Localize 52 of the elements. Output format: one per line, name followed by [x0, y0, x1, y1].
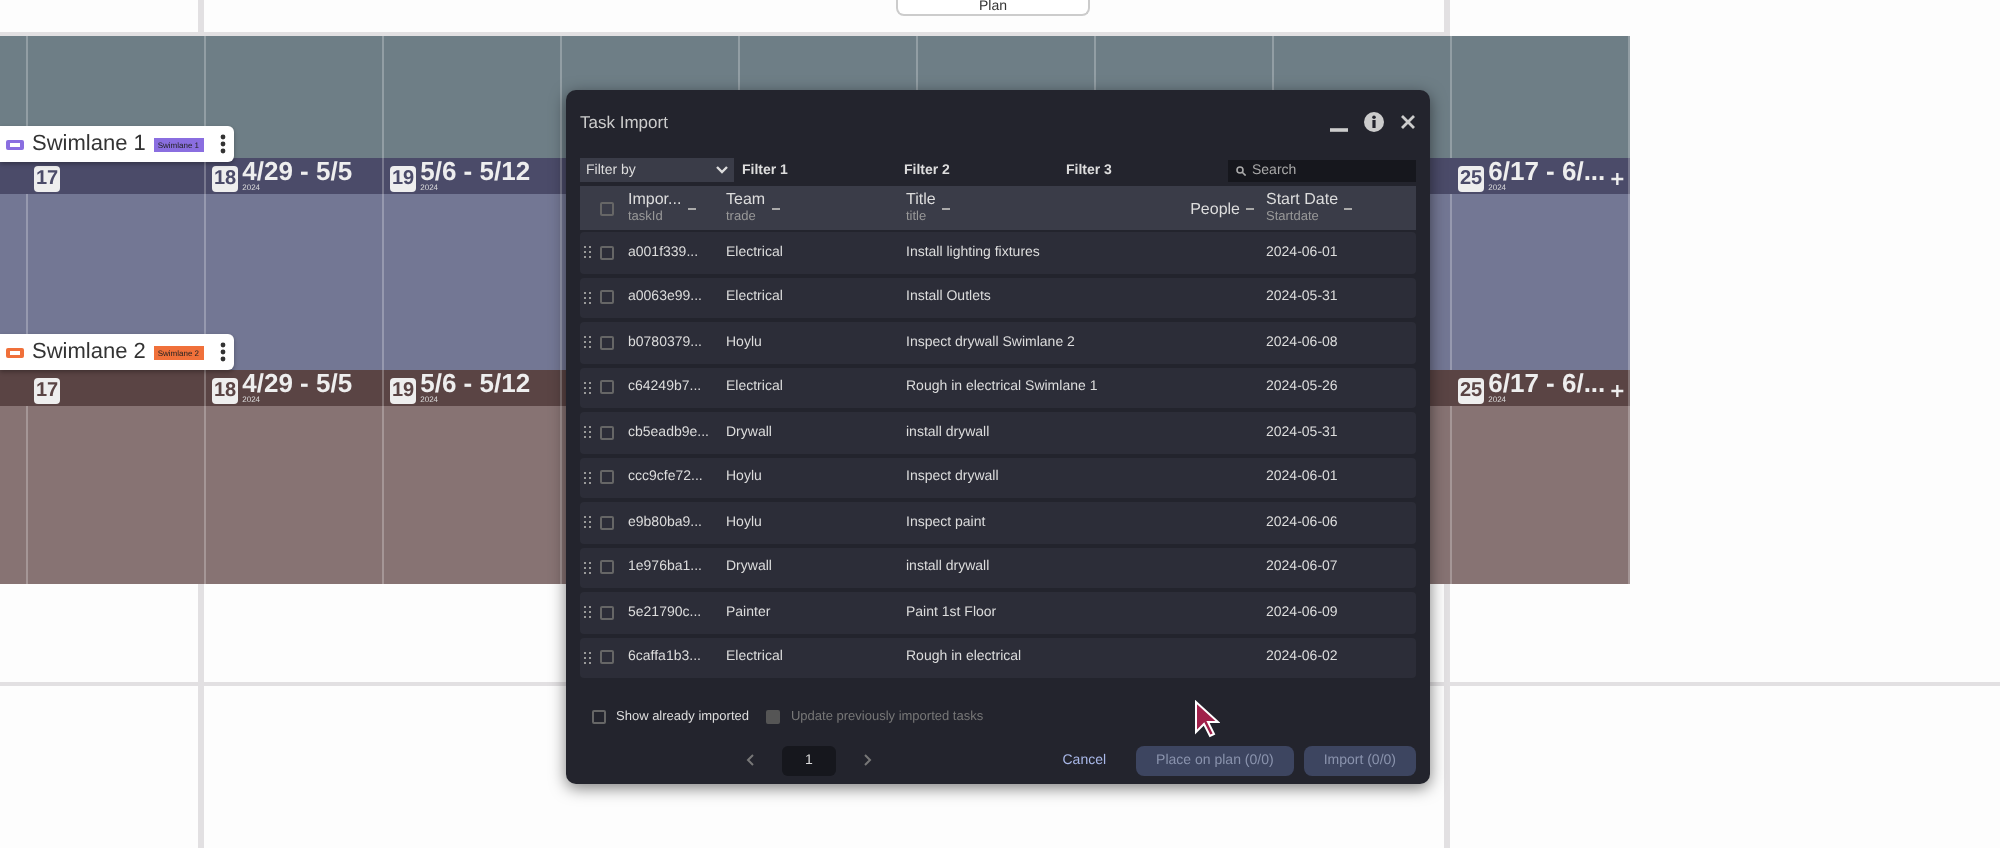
week-number: 17: [34, 378, 61, 404]
row-checkbox[interactable]: [600, 290, 614, 305]
week-range: 6/17 - 6/...: [1488, 370, 1606, 396]
column-header[interactable]: Title: [906, 190, 936, 208]
swimlane-name: Swimlane 1: [32, 132, 146, 156]
week-range: 4/29 - 5/5: [242, 158, 353, 184]
week-number: 18: [212, 378, 239, 404]
add-icon[interactable]: [1609, 168, 1628, 190]
select-all-checkbox[interactable]: [600, 201, 614, 215]
swimlane-icon: [6, 347, 24, 357]
option-checkbox[interactable]: [592, 709, 606, 723]
sort-icon[interactable]: [1344, 204, 1353, 212]
mouse-cursor-icon: [1194, 700, 1220, 738]
previous-page-icon[interactable]: [746, 754, 754, 766]
sort-icon[interactable]: [771, 204, 780, 212]
week-range: 6/17 - 6/...: [1488, 158, 1606, 184]
chevron-down-icon: [716, 166, 728, 174]
search-icon: [1236, 165, 1246, 175]
week-range: 4/29 - 5/5: [242, 370, 353, 396]
row-checkbox[interactable]: [600, 470, 614, 485]
more-icon[interactable]: [220, 342, 226, 362]
week-number: 25: [1458, 378, 1485, 404]
row-checkbox[interactable]: [600, 380, 614, 395]
sort-icon[interactable]: [941, 204, 950, 212]
week-number: 19: [390, 166, 417, 192]
row-checkbox[interactable]: [600, 335, 614, 350]
sort-icon[interactable]: [1246, 204, 1254, 212]
row-checkbox[interactable]: [600, 560, 614, 575]
week-range: 5/6 - 5/12: [420, 158, 531, 184]
sort-icon[interactable]: [687, 204, 696, 212]
close-icon[interactable]: [1400, 114, 1416, 130]
info-icon[interactable]: [1364, 112, 1384, 132]
week-number: 25: [1458, 166, 1485, 192]
column-header[interactable]: People: [1190, 199, 1240, 217]
swimlane-name: Swimlane 2: [32, 340, 146, 364]
row-checkbox[interactable]: [600, 650, 614, 665]
row-checkbox[interactable]: [600, 425, 614, 440]
dialog-title: Task Import: [580, 112, 668, 132]
row-checkbox[interactable]: [600, 605, 614, 620]
row-checkbox[interactable]: [600, 245, 614, 260]
column-header[interactable]: Team: [726, 190, 766, 208]
week-number: 17: [34, 166, 61, 192]
add-icon[interactable]: [1609, 380, 1628, 402]
row-checkbox[interactable]: [600, 515, 614, 530]
more-icon[interactable]: [220, 134, 226, 154]
column-header[interactable]: Start Date: [1266, 190, 1339, 208]
week-number: 18: [212, 166, 239, 192]
next-page-icon[interactable]: [864, 754, 872, 766]
week-range: 5/6 - 5/12: [420, 370, 531, 396]
column-header[interactable]: Impor...: [628, 190, 682, 208]
week-number: 19: [390, 378, 417, 404]
swimlane-icon: [6, 139, 24, 149]
